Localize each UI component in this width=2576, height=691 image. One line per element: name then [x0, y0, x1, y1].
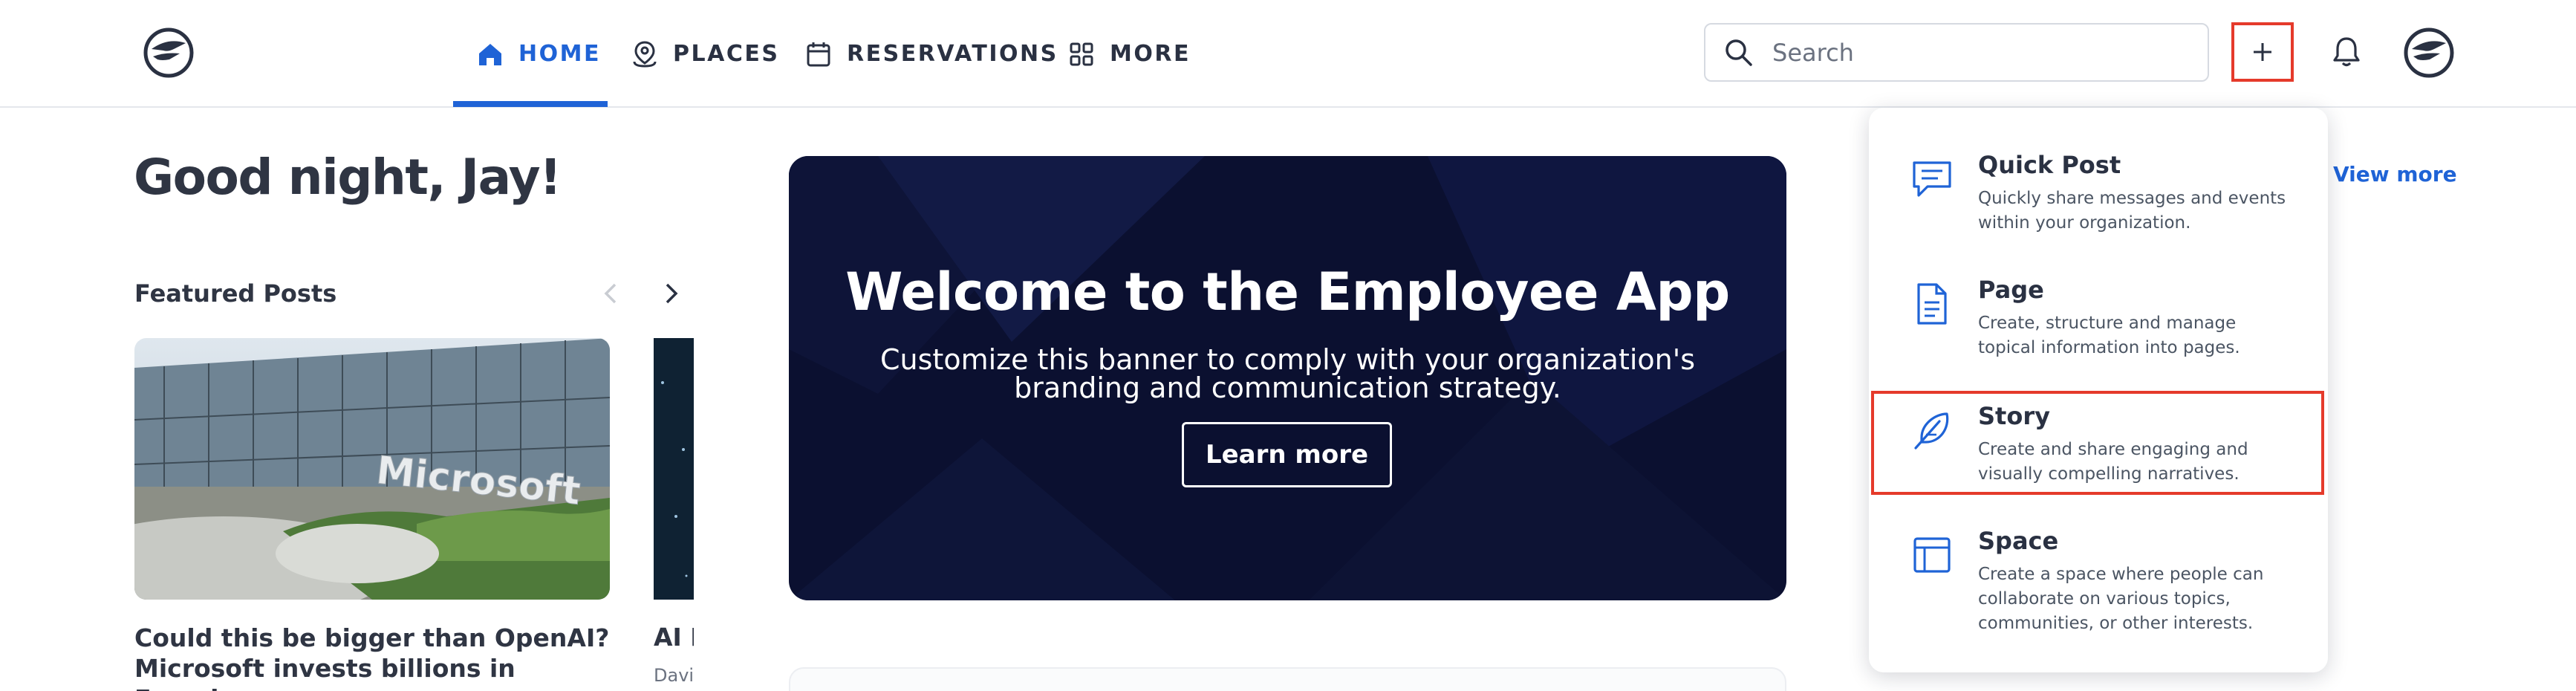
- learn-more-button[interactable]: Learn more: [1182, 422, 1392, 487]
- layout-icon: [1910, 533, 1954, 577]
- view-more-link[interactable]: View more: [2333, 162, 2457, 186]
- featured-post-title[interactable]: Could this be bigger than OpenAI? Micros…: [134, 623, 610, 691]
- document-icon: [1910, 282, 1954, 326]
- nav-active-indicator: [453, 101, 608, 107]
- menu-item-description: Create a space where people can collabor…: [1978, 565, 2264, 633]
- brand-logo-icon[interactable]: [143, 27, 195, 79]
- create-menu: Quick Post Quickly share messages and ev…: [1869, 108, 2328, 672]
- chat-icon: [1910, 157, 1954, 201]
- featured-post-author: Davi: [654, 665, 694, 686]
- home-icon: [479, 43, 501, 65]
- nav-more[interactable]: MORE: [1067, 0, 1191, 108]
- user-avatar[interactable]: [2403, 27, 2455, 79]
- menu-item-label: Page: [1978, 276, 2044, 304]
- menu-item-label: Space: [1978, 527, 2059, 555]
- search-placeholder: Search: [1772, 38, 1854, 67]
- featured-post-card[interactable]: Microsoft Could this be bigger than Open…: [134, 338, 610, 691]
- nav-home[interactable]: HOME: [475, 0, 601, 108]
- featured-post-title[interactable]: AI F: [654, 623, 694, 652]
- nav-more-label: MORE: [1110, 41, 1191, 67]
- plus-icon: [2254, 43, 2271, 61]
- featured-posts-title: Featured Posts: [134, 279, 337, 308]
- nav-places[interactable]: PLACES: [630, 0, 779, 108]
- places-icon: [633, 40, 657, 68]
- menu-item-description: Quickly share messages and events within…: [1978, 189, 2286, 233]
- menu-item-description: Create, structure and manage topical inf…: [1978, 314, 2240, 357]
- menu-item-label: Quick Post: [1978, 151, 2121, 179]
- carousel-prev-chevron-icon[interactable]: [600, 280, 621, 307]
- top-bar: HOME PLACES RESERVATIONS MORE Search: [0, 0, 2576, 108]
- menu-item-space[interactable]: Space Create a space where people can co…: [1910, 527, 2311, 633]
- nav-reservations-label: RESERVATIONS: [847, 41, 1058, 67]
- grid-icon: [1070, 42, 1093, 65]
- greeting-heading: Good night, Jay!: [134, 149, 562, 206]
- calendar-icon: [807, 42, 830, 66]
- search-icon: [1726, 39, 1752, 66]
- post-image[interactable]: [654, 338, 694, 600]
- story-highlight-outline: [1871, 391, 2324, 495]
- create-button[interactable]: [2231, 22, 2294, 82]
- banner-title: Welcome to the Employee App: [845, 262, 1730, 322]
- menu-item-quick-post[interactable]: Quick Post Quickly share messages and ev…: [1910, 151, 2311, 233]
- post-image[interactable]: Microsoft: [134, 338, 610, 600]
- content-card: [789, 667, 1786, 691]
- featured-post-card-partial[interactable]: AI F Davi: [654, 338, 694, 691]
- menu-item-page[interactable]: Page Create, structure and manage topica…: [1910, 276, 2311, 357]
- nav-home-label: HOME: [518, 41, 601, 67]
- carousel-next-chevron-icon[interactable]: [661, 280, 682, 307]
- notifications-bell-icon[interactable]: [2328, 33, 2365, 70]
- nav-places-label: PLACES: [673, 41, 780, 67]
- welcome-banner: Welcome to the Employee App Customize th…: [789, 156, 1786, 600]
- banner-subtitle: Customize this banner to comply with you…: [880, 343, 1695, 404]
- nav-reservations[interactable]: RESERVATIONS: [804, 0, 1058, 108]
- search-input[interactable]: Search: [1704, 23, 2209, 82]
